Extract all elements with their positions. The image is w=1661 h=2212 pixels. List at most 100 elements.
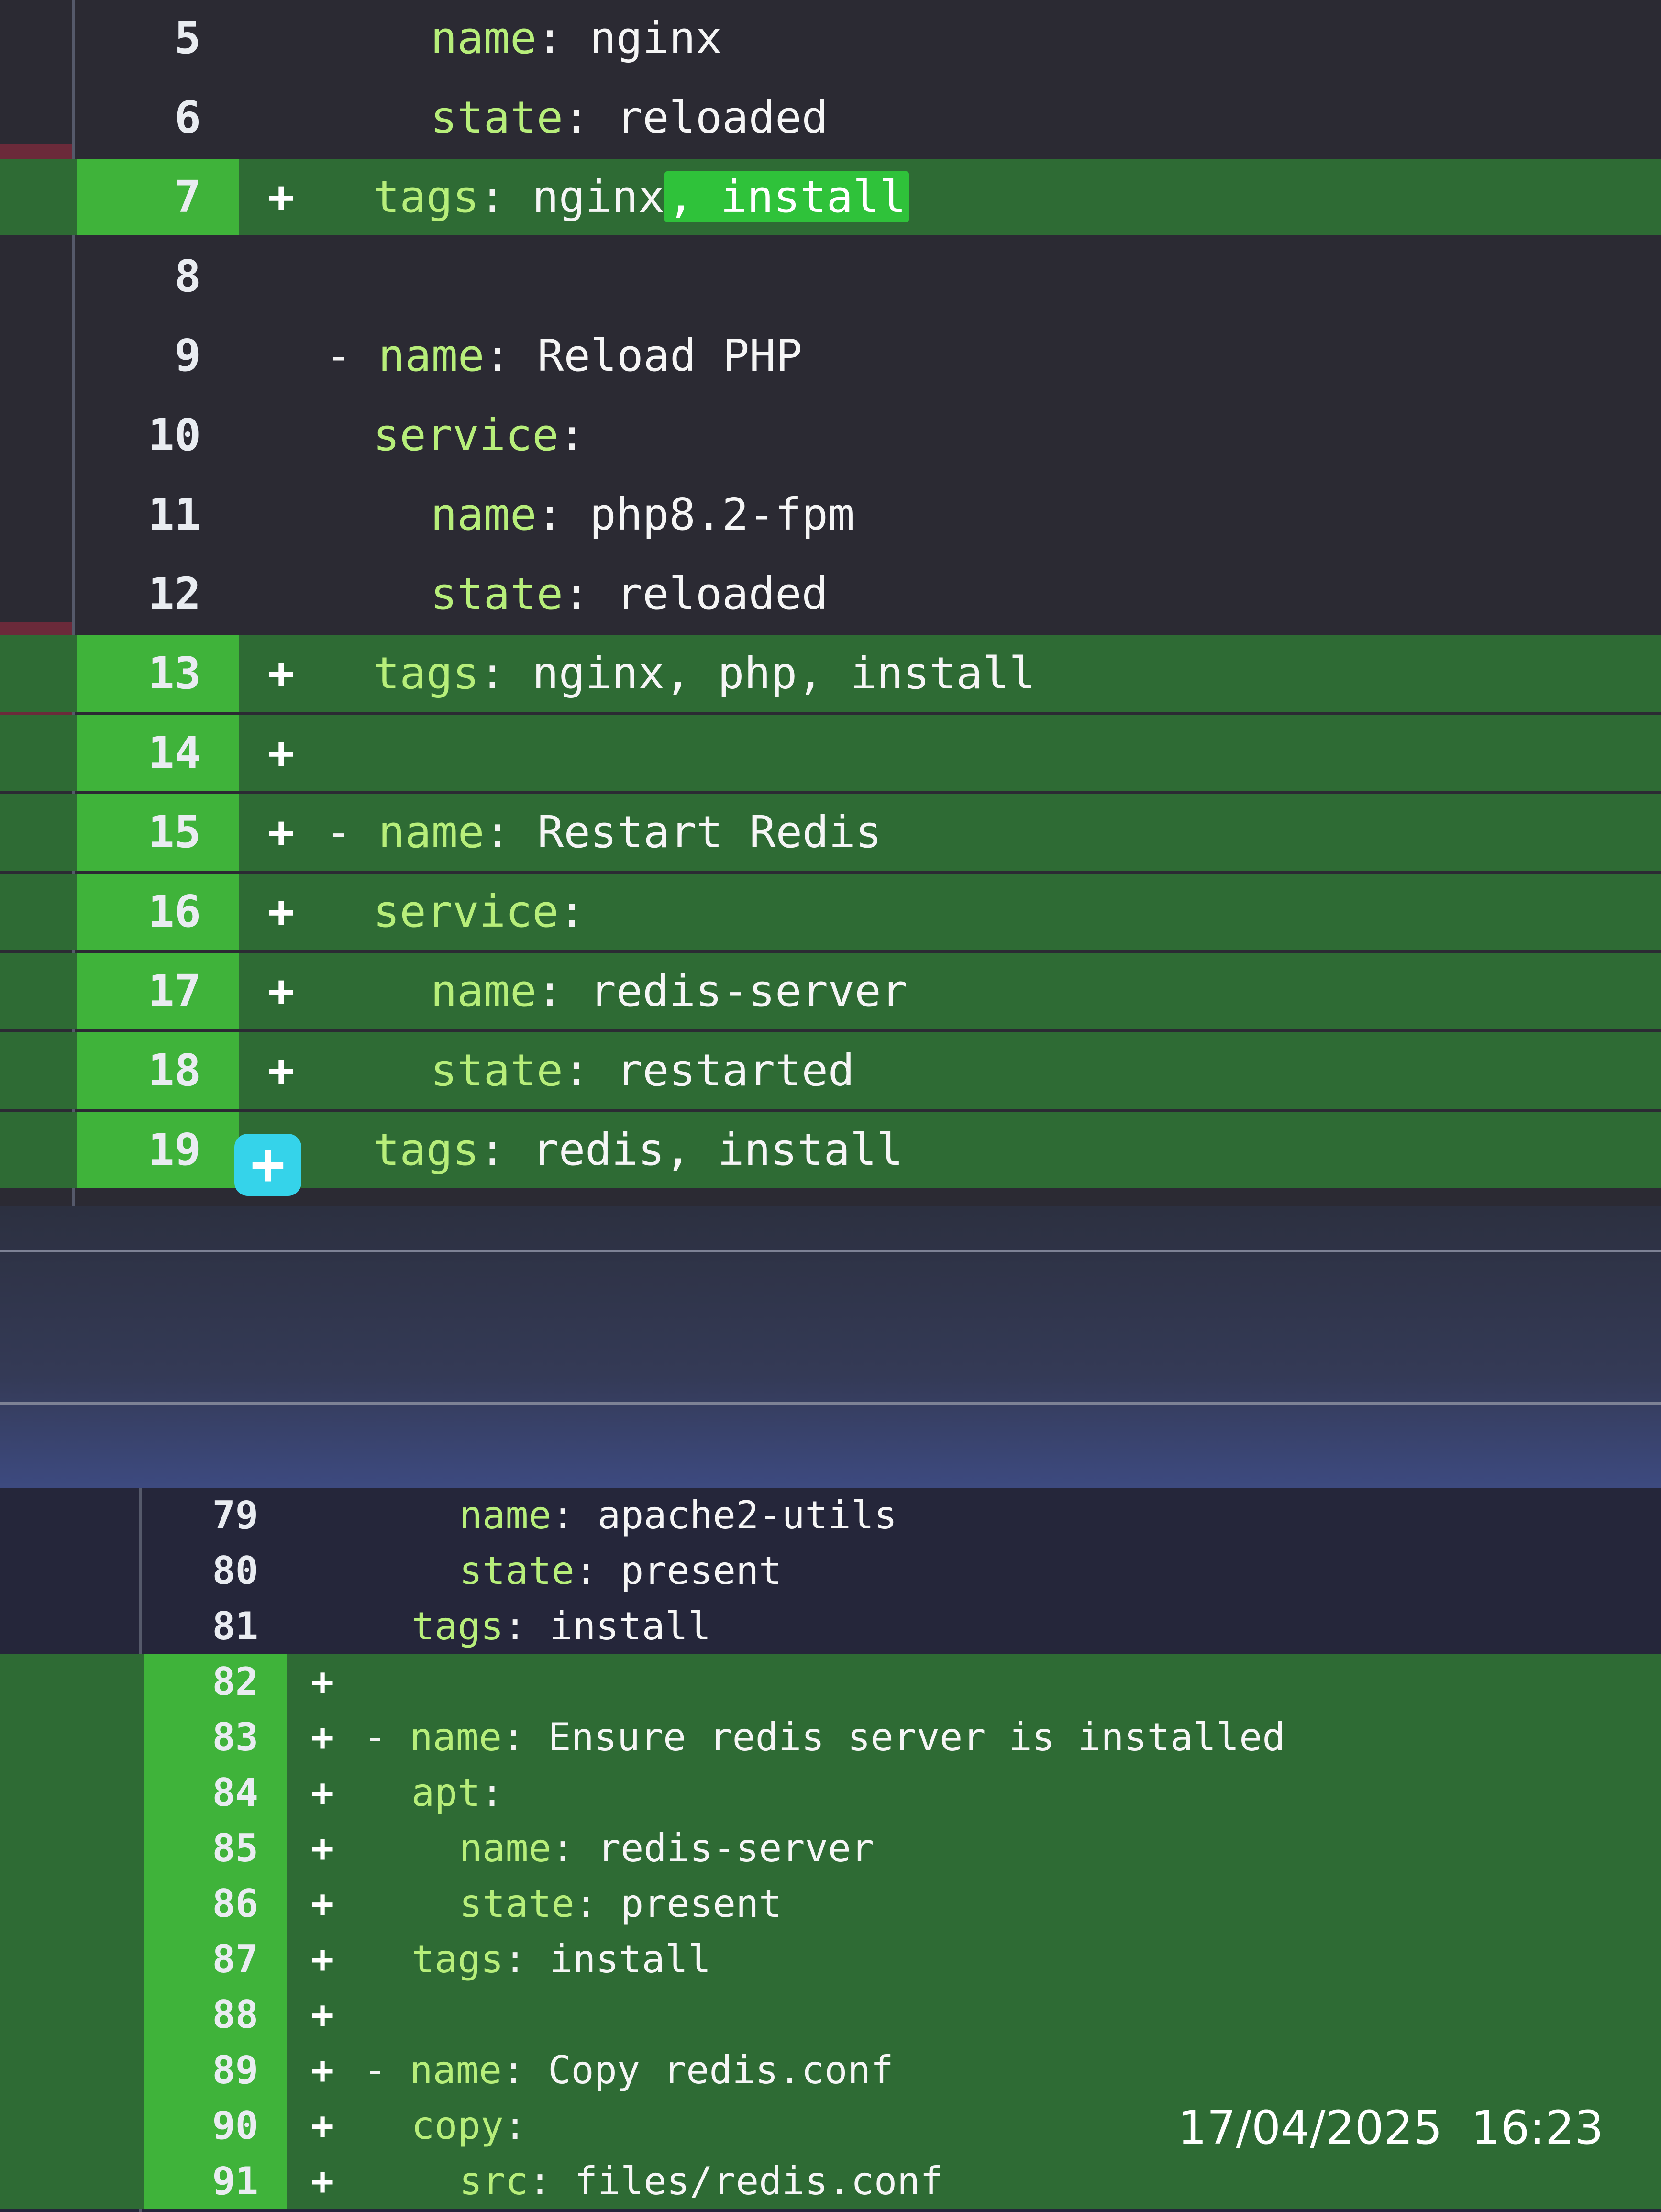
diff-row: 86 + state: present	[0, 1876, 1661, 1932]
yaml-value: present	[620, 1881, 782, 1926]
code-line: apt:	[411, 1770, 527, 1815]
yaml-value: Reload PHP	[537, 330, 803, 381]
line-number[interactable]: 10	[81, 397, 201, 474]
yaml-value: redis-server	[589, 965, 908, 1017]
code-line: name: redis-server	[431, 965, 908, 1017]
yaml-key: tags	[373, 648, 479, 699]
diff-marker: +	[311, 2103, 334, 2148]
diff-row: 85 + name: redis-server	[0, 1821, 1661, 1876]
yaml-key: state	[459, 1881, 575, 1926]
line-number[interactable]: 6	[81, 79, 201, 156]
yaml-value: php8.2-fpm	[589, 489, 855, 540]
diff-marker: +	[311, 2048, 334, 2092]
code-line: - name: Restart Redis	[325, 807, 882, 858]
code-line: name: redis-server	[459, 1826, 874, 1870]
line-number[interactable]: 16	[81, 874, 201, 950]
yaml-value: nginx	[532, 171, 665, 222]
code-line: state: reloaded	[431, 92, 828, 143]
line-number[interactable]: 85	[148, 1821, 258, 1876]
yaml-value: reloaded	[616, 92, 828, 143]
diff-row: 89 + - name: Copy redis.conf	[0, 2043, 1661, 2098]
line-number[interactable]: 91	[148, 2154, 258, 2209]
line-number[interactable]: 86	[148, 1876, 258, 1932]
code-line: state: restarted	[431, 1045, 855, 1096]
code-line: state: present	[459, 1548, 782, 1593]
line-number[interactable]: 79	[148, 1488, 258, 1543]
line-number[interactable]: 17	[81, 953, 201, 1029]
line-number[interactable]: 83	[148, 1710, 258, 1765]
separator-rule	[0, 1250, 1661, 1252]
line-number[interactable]: 12	[81, 556, 201, 632]
line-number[interactable]: 11	[81, 476, 201, 553]
list-dash: -	[364, 1715, 410, 1759]
code-line: - name: Copy redis.conf	[364, 2048, 894, 2092]
code-line: src: files/redis.conf	[459, 2159, 943, 2203]
code-line: copy:	[411, 2103, 550, 2148]
diff-row: 17 + name: redis-server	[0, 953, 1661, 1029]
diff-marker: +	[311, 1826, 334, 1870]
diff-row: 14 +	[0, 715, 1661, 791]
line-number[interactable]: 7	[81, 159, 201, 235]
diff-marker: +	[311, 1770, 334, 1815]
diff-row: 5 name: nginx	[0, 0, 1661, 77]
yaml-key: name	[378, 807, 485, 858]
diff-row: 80 state: present	[0, 1543, 1661, 1599]
line-number[interactable]: 84	[148, 1765, 258, 1821]
code-line: - name: Reload PHP	[325, 330, 803, 381]
diff-row: 13 + tags: nginx, php, install	[0, 635, 1661, 712]
add-comment-button[interactable]: +	[234, 1134, 301, 1196]
line-number[interactable]: 13	[81, 635, 201, 712]
plus-icon: +	[250, 1131, 286, 1198]
code-line: service:	[373, 409, 612, 461]
line-number[interactable]: 19	[81, 1112, 201, 1188]
diff-row: 87 + tags: install	[0, 1932, 1661, 1987]
code-line: tags: nginx, install	[373, 159, 909, 235]
line-number[interactable]: 80	[148, 1543, 258, 1599]
code-line: tags: redis, install	[373, 1124, 903, 1175]
yaml-value: Copy redis.conf	[548, 2048, 894, 2092]
hunk-separator[interactable]	[0, 1206, 1661, 1488]
line-number[interactable]: 89	[148, 2043, 258, 2098]
diff-marker: +	[311, 1881, 334, 1926]
line-number[interactable]: 8	[81, 238, 201, 315]
line-number[interactable]: 88	[148, 1987, 258, 2043]
list-dash: -	[325, 807, 378, 858]
yaml-key: tags	[411, 1604, 504, 1648]
diff-row: 7 + tags: nginx, install	[0, 159, 1661, 235]
yaml-key: tags	[411, 1937, 504, 1981]
line-number[interactable]: 90	[148, 2098, 258, 2154]
diff-marker: +	[311, 1659, 334, 1704]
code-line: - name: Ensure redis server is installed	[364, 1715, 1285, 1759]
yaml-key: service	[373, 409, 559, 461]
diff-row: 84 + apt:	[0, 1765, 1661, 1821]
list-dash: -	[325, 330, 378, 381]
diff-marker: +	[311, 1715, 334, 1759]
line-number[interactable]: 9	[81, 318, 201, 394]
line-number[interactable]: 18	[81, 1032, 201, 1109]
line-number[interactable]: 82	[148, 1654, 258, 1710]
line-number[interactable]: 15	[81, 794, 201, 871]
line-number[interactable]: 5	[81, 0, 201, 77]
line-number[interactable]: 14	[81, 715, 201, 791]
line-number[interactable]: 81	[148, 1599, 258, 1654]
diff-row: 16 + service:	[0, 874, 1661, 950]
yaml-key: name	[459, 1493, 552, 1537]
yaml-key: service	[373, 886, 559, 937]
diff-row: 88 +	[0, 1987, 1661, 2043]
yaml-value: redis-server	[597, 1826, 874, 1870]
list-dash: -	[364, 2048, 410, 2092]
code-line: name: php8.2-fpm	[431, 489, 855, 540]
yaml-key: tags	[373, 1124, 479, 1175]
line-number[interactable]: 87	[148, 1932, 258, 1987]
separator-rule	[0, 1402, 1661, 1405]
diff-marker: +	[268, 807, 295, 858]
diff-row: 8	[0, 238, 1661, 315]
yaml-value: apache2-utils	[597, 1493, 897, 1537]
diff-row: 81 tags: install	[0, 1599, 1661, 1654]
yaml-value: Ensure redis server is installed	[548, 1715, 1285, 1759]
diff-marker: +	[268, 648, 295, 699]
diff-marker: +	[268, 886, 295, 937]
yaml-value: install	[549, 1604, 711, 1648]
diff-row: 18 + state: restarted	[0, 1032, 1661, 1109]
yaml-key: state	[459, 1548, 575, 1593]
